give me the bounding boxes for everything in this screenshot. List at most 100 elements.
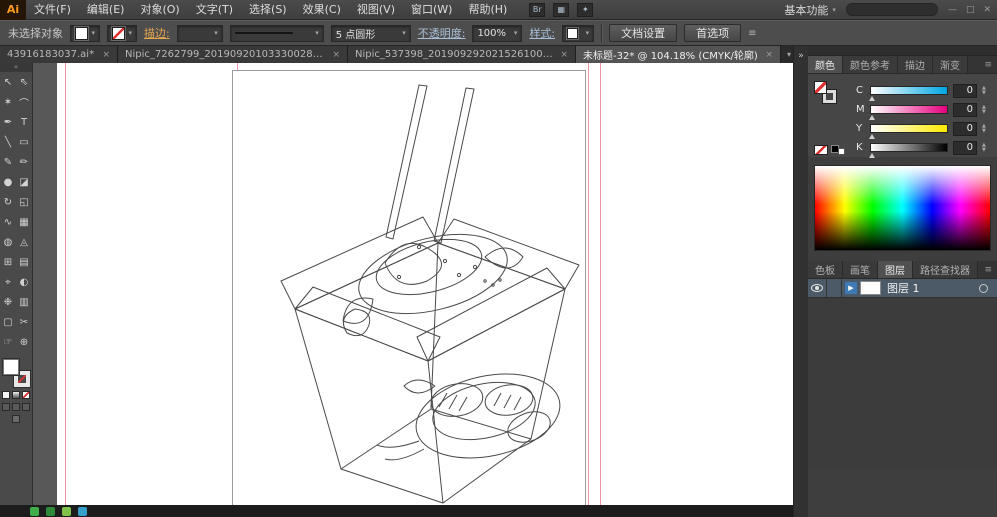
style-dropdown[interactable]: ▾ <box>562 24 595 42</box>
fill-color-dropdown[interactable]: ▾ <box>70 24 100 42</box>
mesh-tool[interactable]: ⊞ <box>0 252 16 272</box>
color-spectrum[interactable] <box>814 165 991 251</box>
tab-close-icon[interactable]: × <box>332 50 340 60</box>
document-setup-button[interactable]: 文档设置 <box>609 24 678 42</box>
menubar-item[interactable]: 窗口(W) <box>403 0 460 20</box>
none-swatch[interactable] <box>814 145 828 155</box>
tab-pathfinder[interactable]: 路径查找器 <box>913 261 978 278</box>
value-spinner[interactable]: ▲ ▼ <box>982 142 991 153</box>
opacity-dropdown[interactable]: 100% ▾ <box>472 24 523 42</box>
close-button[interactable]: ✕ <box>983 0 991 20</box>
blob-brush-tool[interactable]: ● <box>0 172 16 192</box>
draw-behind-button[interactable] <box>12 403 20 411</box>
draw-inside-button[interactable] <box>22 403 30 411</box>
menubar-item[interactable]: 文字(T) <box>188 0 241 20</box>
arrange-documents-icon[interactable]: ▦ <box>553 2 570 17</box>
width-profile-dropdown[interactable]: 5 点圆形 ▾ <box>330 24 411 42</box>
perspective-grid-tool[interactable]: ◬ <box>16 232 32 252</box>
cs-live-search-field[interactable] <box>845 3 938 16</box>
fill-stroke-widget[interactable] <box>2 359 30 387</box>
channel-value[interactable]: 0 <box>953 102 977 117</box>
width-tool[interactable]: ∿ <box>0 212 16 232</box>
type-tool[interactable]: T <box>16 112 32 132</box>
color-mode-button[interactable] <box>2 391 10 399</box>
layer-thumbnail[interactable] <box>860 281 881 295</box>
fill-indicator[interactable] <box>814 81 827 94</box>
visibility-column[interactable] <box>808 279 827 297</box>
cs-live-icon[interactable]: ✦ <box>577 2 594 17</box>
layer-expand-icon[interactable]: ▶ <box>845 282 857 294</box>
taskbar-app-icon-3[interactable] <box>62 506 71 516</box>
eraser-tool[interactable]: ◪ <box>16 172 32 192</box>
menubar-item[interactable]: 选择(S) <box>241 0 295 20</box>
tab-overflow-icon[interactable]: ▾ <box>781 46 797 63</box>
gradient-mode-button[interactable] <box>12 391 20 399</box>
taskbar-app-icon-2[interactable] <box>46 506 55 516</box>
document-tab[interactable]: 43916183037.ai* × <box>0 46 118 63</box>
tab-color[interactable]: 颜色 <box>808 56 843 73</box>
layer-row[interactable]: ▶ 图层 1 <box>808 279 997 298</box>
document-tab[interactable]: Nipic_7262799_20190920103330028031.ai* × <box>118 46 348 63</box>
magic-wand-tool[interactable]: ✶ <box>0 92 16 112</box>
tab-close-icon[interactable]: × <box>102 50 110 60</box>
channel-value[interactable]: 0 <box>953 140 977 155</box>
blend-tool[interactable]: ◐ <box>16 272 32 292</box>
taskbar-app-icon-4[interactable] <box>78 506 87 516</box>
direct-selection-tool[interactable]: ⇖ <box>16 72 32 92</box>
channel-value[interactable]: 0 <box>953 121 977 136</box>
tab-swatches[interactable]: 色板 <box>808 261 843 278</box>
panel-menu-icon[interactable]: ≡ <box>979 56 997 73</box>
tab-layers[interactable]: 图层 <box>878 261 913 278</box>
spinner-down-icon[interactable]: ▼ <box>982 90 991 96</box>
line-segment-tool[interactable]: ╲ <box>0 132 16 152</box>
draw-normal-button[interactable] <box>2 403 10 411</box>
rotate-tool[interactable]: ↻ <box>0 192 16 212</box>
pen-tool[interactable]: ✒ <box>0 112 16 132</box>
color-slider-track[interactable] <box>869 105 948 120</box>
value-spinner[interactable]: ▲ ▼ <box>982 85 991 96</box>
bridge-icon[interactable]: Br <box>529 2 546 17</box>
minimize-button[interactable]: — <box>948 0 957 20</box>
symbol-sprayer-tool[interactable]: ❉ <box>0 292 16 312</box>
free-transform-tool[interactable]: ▦ <box>16 212 32 232</box>
tab-stroke[interactable]: 描边 <box>898 56 933 73</box>
lasso-tool[interactable]: ⌒ <box>16 92 32 112</box>
tab-brushes[interactable]: 画笔 <box>843 261 878 278</box>
taskbar-app-icon-1[interactable] <box>30 506 39 516</box>
color-slider-track[interactable] <box>869 86 948 101</box>
artboard[interactable] <box>232 70 586 505</box>
slider-handle[interactable] <box>869 115 875 120</box>
menubar-item[interactable]: 文件(F) <box>26 0 79 20</box>
stroke-link[interactable]: 描边: <box>144 25 170 41</box>
white-swatch[interactable] <box>838 148 845 155</box>
none-mode-button[interactable] <box>22 391 30 399</box>
brush-definition-dropdown[interactable]: ▾ <box>229 24 324 42</box>
zoom-tool[interactable]: ⊕ <box>16 332 32 352</box>
tab-gradient[interactable]: 渐变 <box>933 56 968 73</box>
lock-column[interactable] <box>827 279 842 297</box>
spinner-down-icon[interactable]: ▼ <box>982 147 991 153</box>
style-link[interactable]: 样式: <box>529 25 555 41</box>
toolbox-collapse-icon[interactable]: « <box>0 63 32 72</box>
restore-button[interactable]: □ <box>966 0 975 20</box>
gradient-tool[interactable]: ▤ <box>16 252 32 272</box>
screen-mode-button[interactable] <box>12 415 20 423</box>
opacity-link[interactable]: 不透明度: <box>418 25 466 41</box>
rectangle-tool[interactable]: ▭ <box>16 132 32 152</box>
menubar-item[interactable]: 视图(V) <box>349 0 403 20</box>
panel-menu-icon[interactable]: ≡ <box>979 261 997 278</box>
document-tab[interactable]: 未标题-32* @ 104.18% (CMYK/轮廓) × <box>576 46 781 63</box>
menubar-item[interactable]: 帮助(H) <box>460 0 515 20</box>
menubar-item[interactable]: 编辑(E) <box>79 0 133 20</box>
workspace-switcher[interactable]: 基本功能 ▾ <box>784 2 836 18</box>
document-tab[interactable]: Nipic_537398_20190929202152610000.ai* × <box>348 46 576 63</box>
spinner-down-icon[interactable]: ▼ <box>982 128 991 134</box>
fill-chip[interactable] <box>2 359 19 375</box>
slider-handle[interactable] <box>869 96 875 101</box>
layer-name[interactable]: 图层 1 <box>887 280 920 296</box>
eye-icon[interactable] <box>811 284 823 292</box>
preferences-button[interactable]: 首选项 <box>684 24 742 42</box>
pencil-tool[interactable]: ✏ <box>16 152 32 172</box>
tab-close-icon[interactable]: × <box>560 50 568 60</box>
stroke-color-dropdown[interactable]: ▾ <box>107 24 137 42</box>
